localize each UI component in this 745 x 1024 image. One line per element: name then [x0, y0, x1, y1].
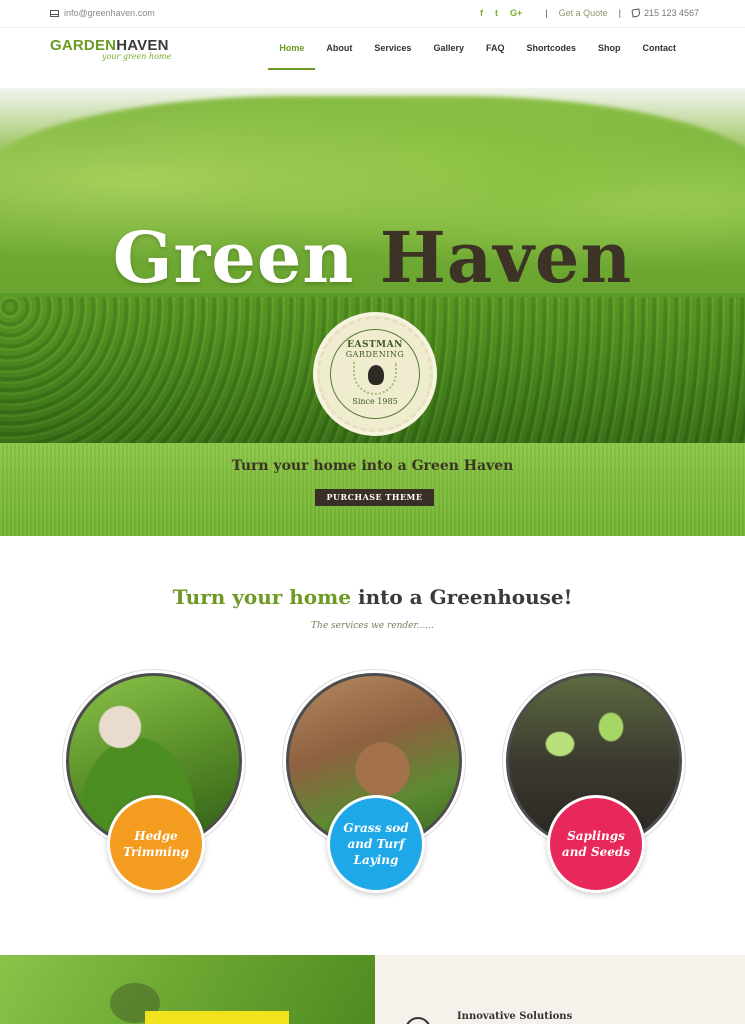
phone-number: 215 123 4567	[643, 8, 699, 18]
divider: |	[545, 8, 548, 18]
nav-item-contact[interactable]: Contact	[632, 42, 688, 70]
hero-title-word-2: Haven	[379, 216, 633, 299]
badge-line-3: Since 1985	[352, 397, 398, 406]
email-contact[interactable]: info@greenhaven.com	[50, 8, 155, 18]
get-quote-link[interactable]: Get a Quote	[559, 8, 608, 18]
nav-item-home[interactable]: Home	[268, 42, 316, 70]
badge-line-1: EASTMAN	[347, 340, 403, 350]
services-heading-highlight: Turn your home	[172, 585, 352, 609]
services-heading: Turn your home into a Greenhouse!	[0, 585, 745, 609]
purchase-theme-button[interactable]: PURCHASE THEME	[315, 489, 434, 506]
top-bar-right: f t G+ | Get a Quote | 215 123 4567	[480, 8, 699, 18]
service-label-hedge-trimming[interactable]: Hedge Trimming	[107, 795, 205, 893]
wreath-icon	[353, 361, 397, 395]
hero-title-word-1: Green	[112, 216, 355, 299]
feature-title: Innovative Solutions	[457, 1011, 573, 1022]
feature-icon	[405, 1017, 431, 1024]
bottom-feature-panel: Innovative Solutions	[375, 955, 745, 1024]
logo-tagline: your green home	[102, 52, 172, 61]
nav-item-about[interactable]: About	[315, 42, 363, 70]
bottom-image-panel	[0, 955, 375, 1024]
hero-banner: Green Haven EASTMAN GARDENING Since 1985…	[0, 88, 745, 536]
nav-item-gallery[interactable]: Gallery	[422, 42, 475, 70]
nav-item-shortcodes[interactable]: Shortcodes	[515, 42, 587, 70]
gardener-silhouette-icon	[368, 365, 384, 385]
nav-item-shop[interactable]: Shop	[587, 42, 632, 70]
envelope-icon	[50, 9, 59, 17]
hero-title: Green Haven	[0, 218, 745, 298]
google-plus-icon[interactable]: G+	[510, 8, 522, 18]
hero-subtitle: Turn your home into a Green Haven	[231, 458, 514, 474]
eastman-gardening-badge: EASTMAN GARDENING Since 1985	[317, 316, 433, 432]
nav-item-faq[interactable]: FAQ	[475, 42, 516, 70]
top-bar: info@greenhaven.com f t G+ | Get a Quote…	[0, 0, 745, 28]
divider: |	[618, 8, 621, 18]
site-header: GARDENHAVEN your green home Home About S…	[0, 28, 745, 88]
badge-line-2: GARDENING	[345, 350, 405, 359]
nav-item-services[interactable]: Services	[363, 42, 422, 70]
service-card-turf-laying[interactable]: Grass sod and Turf Laying	[286, 673, 462, 898]
main-nav: Home About Services Gallery FAQ Shortcod…	[268, 42, 687, 70]
service-card-saplings-seeds[interactable]: Saplings and Seeds	[506, 673, 682, 898]
services-subtitle: The services we render......	[311, 621, 434, 631]
services-heading-rest: into a Greenhouse!	[357, 585, 573, 609]
email-text[interactable]: info@greenhaven.com	[64, 8, 155, 18]
service-card-hedge-trimming[interactable]: Hedge Trimming	[66, 673, 242, 898]
site-logo[interactable]: GARDENHAVEN your green home	[50, 37, 171, 61]
facebook-icon[interactable]: f	[480, 8, 483, 18]
yellow-accent-bar	[145, 1011, 289, 1024]
service-label-turf-laying[interactable]: Grass sod and Turf Laying	[327, 795, 425, 893]
twitter-icon[interactable]: t	[495, 8, 498, 18]
phone-icon	[631, 8, 641, 18]
service-label-saplings-seeds[interactable]: Saplings and Seeds	[547, 795, 645, 893]
